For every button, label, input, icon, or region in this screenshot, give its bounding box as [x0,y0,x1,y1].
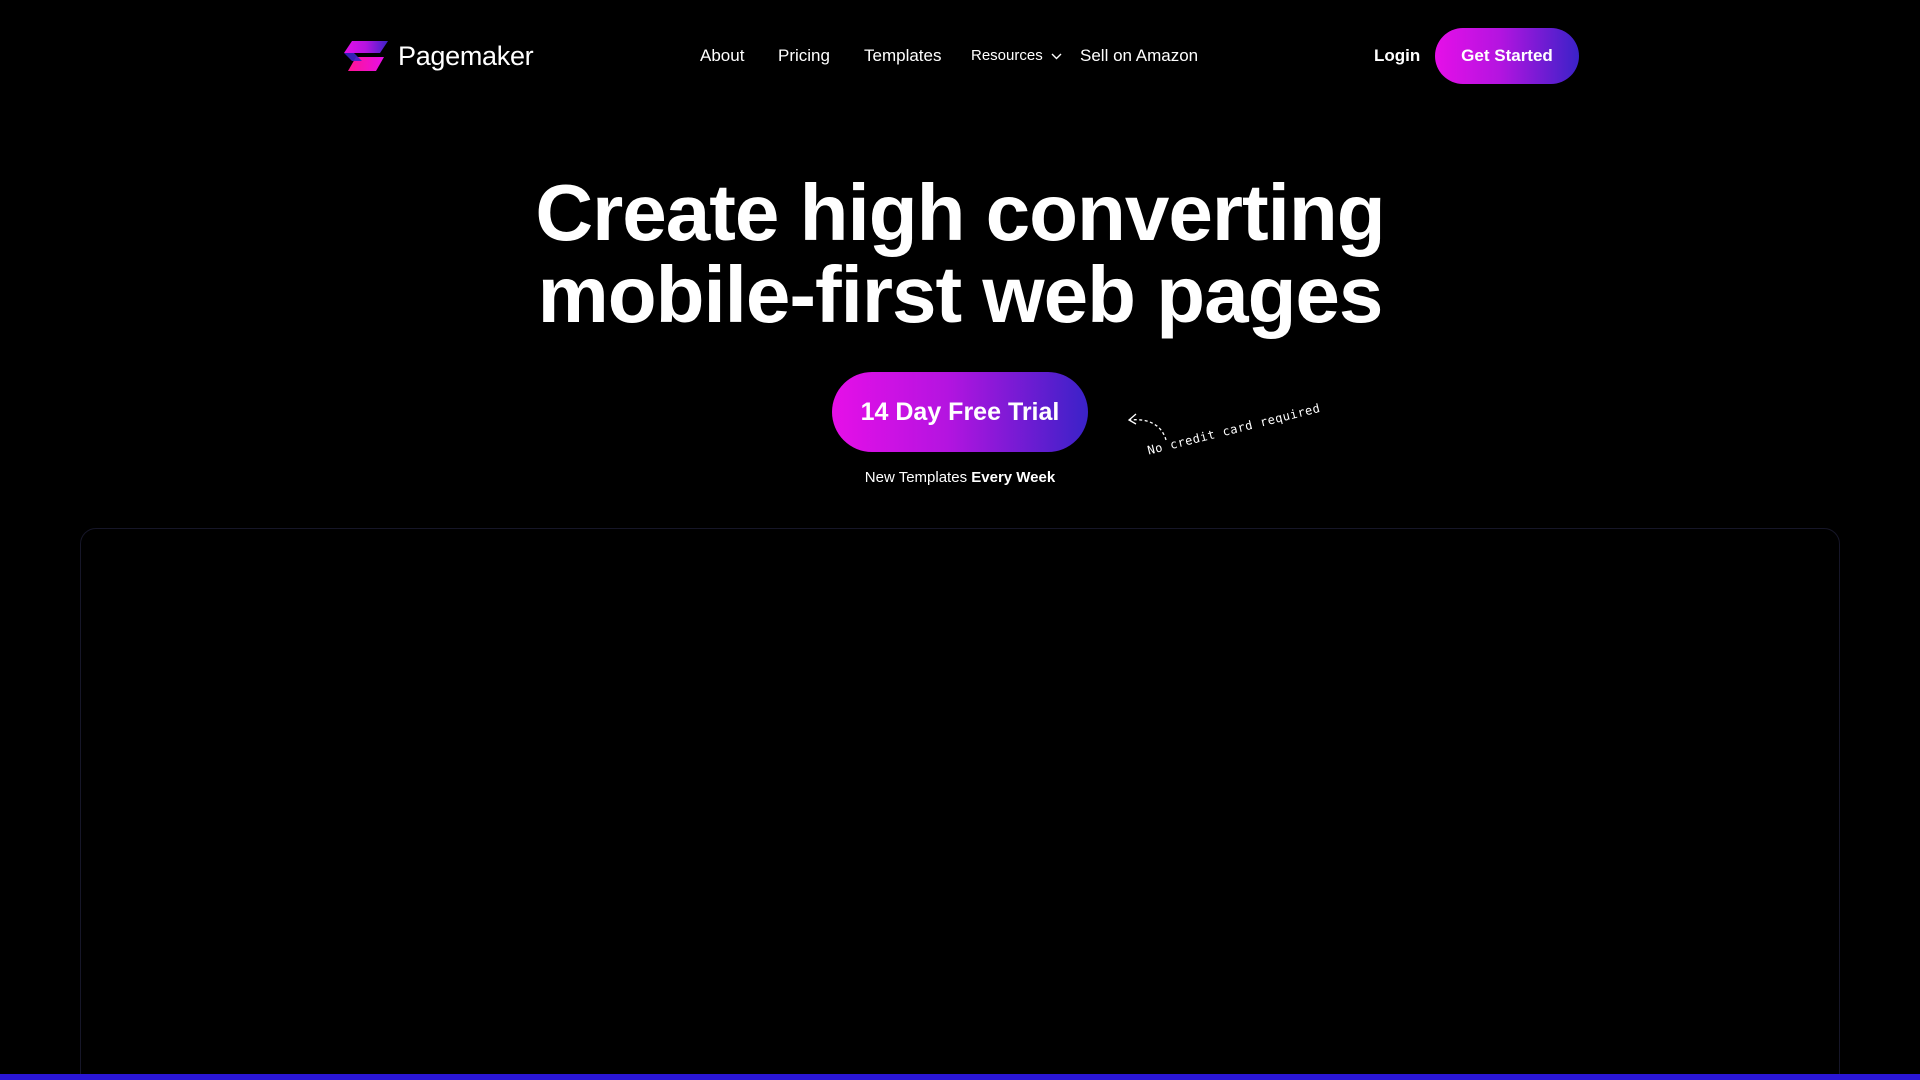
hero-headline-line-1: Create high converting [535,168,1385,257]
nav-link-about[interactable]: About [700,44,744,68]
login-link[interactable]: Login [1374,44,1420,68]
top-navigation: Pagemaker About Pricing Templates Resour… [0,0,1920,112]
pagemaker-logo-icon [344,41,388,71]
free-trial-button[interactable]: 14 Day Free Trial [832,372,1088,452]
logo-link[interactable]: Pagemaker [340,36,534,76]
templates-note-strong: Every Week [971,469,1056,486]
no-credit-card-note: No credit card required [1146,401,1322,458]
templates-note-prefix: New Templates [864,469,968,486]
nav-link-templates[interactable]: Templates [864,44,941,68]
bottom-accent-bar [0,1074,1920,1080]
logo-text: Pagemaker [398,40,534,71]
nav-link-sell-on-amazon[interactable]: Sell on Amazon [1080,44,1198,68]
get-started-button[interactable]: Get Started [1435,28,1579,84]
template-preview-frame [80,528,1840,1080]
nav-dropdown-resources-label: Resources [971,47,1043,64]
landing-page: Pagemaker About Pricing Templates Resour… [0,0,1920,1080]
hero-headline: Create high converting mobile-first web … [0,172,1920,336]
nav-link-pricing[interactable]: Pricing [778,44,830,68]
chevron-down-icon [1051,53,1062,59]
hero-headline-line-2: mobile-first web pages [537,250,1384,339]
templates-note: New Templates Every Week [0,468,1920,488]
nav-dropdown-resources[interactable]: Resources [971,44,1062,68]
